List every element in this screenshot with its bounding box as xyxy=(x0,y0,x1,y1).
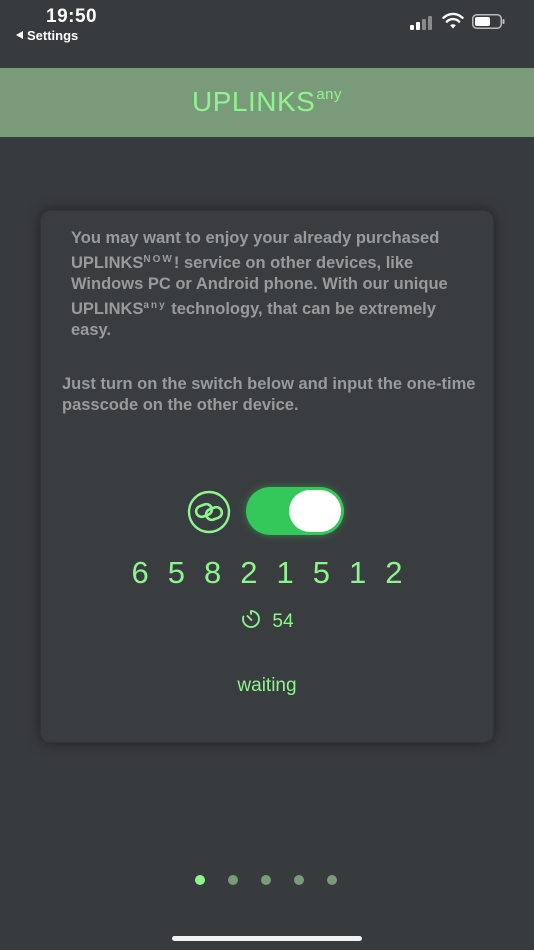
wifi-icon xyxy=(442,12,464,29)
intro-paragraph: You may want to enjoy your already purch… xyxy=(71,228,476,341)
back-arrow-icon[interactable] xyxy=(16,31,23,39)
page-dot[interactable] xyxy=(228,875,238,885)
connection-status: waiting xyxy=(237,675,297,696)
page-dot[interactable] xyxy=(195,875,205,885)
toggle-knob[interactable] xyxy=(289,490,341,532)
app-title-text: UPLINKS xyxy=(191,86,316,117)
instruction-paragraph: Just turn on the switch below and input … xyxy=(62,375,476,414)
app-title-superscript: any xyxy=(316,86,342,103)
countdown-timer: 54 xyxy=(41,608,493,633)
link-icon xyxy=(187,490,231,534)
countdown-value: 54 xyxy=(272,611,294,632)
cellular-signal-icon xyxy=(410,14,436,30)
app-header: UPLINKSany xyxy=(0,68,534,137)
status-bar: 19:50 Settings xyxy=(0,0,534,68)
page-dot[interactable] xyxy=(327,875,337,885)
share-card: You may want to enjoy your already purch… xyxy=(41,211,493,742)
back-label[interactable]: Settings xyxy=(27,28,78,43)
home-indicator[interactable] xyxy=(172,936,362,941)
stopwatch-icon xyxy=(242,610,261,628)
one-time-passcode: 65821512 xyxy=(131,555,422,590)
any-superscript: any xyxy=(143,300,167,311)
back-to-settings-link[interactable]: Settings xyxy=(16,28,78,43)
status-time: 19:50 xyxy=(46,6,98,27)
page-dot[interactable] xyxy=(261,875,271,885)
share-toggle-switch[interactable] xyxy=(246,487,344,535)
page-indicator xyxy=(195,875,345,886)
now-superscript: NOW xyxy=(143,254,174,265)
battery-icon xyxy=(472,14,505,29)
page-dot[interactable] xyxy=(294,875,304,885)
app-title: UPLINKSany xyxy=(192,86,342,118)
